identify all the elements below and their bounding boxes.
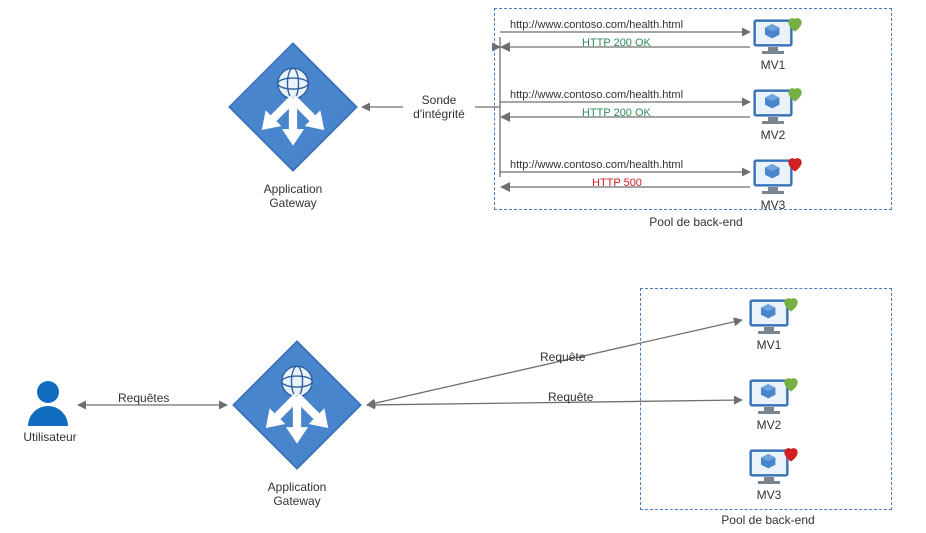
- user-icon: [26, 378, 70, 431]
- vm3-bottom-label: MV3: [749, 488, 789, 502]
- backend-pool-bottom-label: Pool de back-end: [708, 513, 828, 527]
- resp-ok-1: HTTP 200 OK: [582, 37, 651, 49]
- request-label-2: Requête: [548, 390, 593, 404]
- health-url-1: http://www.contoso.com/health.html: [510, 19, 683, 31]
- health-url-3: http://www.contoso.com/health.html: [510, 159, 683, 171]
- backend-pool-top: [494, 8, 892, 210]
- vm1-bottom-heart-icon: [781, 294, 801, 314]
- vm3-top-heart-icon: [785, 154, 805, 174]
- diagram-canvas: Application Gateway Sonde d'intégrité Po…: [0, 0, 926, 533]
- requests-label: Requêtes: [118, 391, 169, 405]
- vm2-bottom-label: MV2: [749, 418, 789, 432]
- app-gateway-bottom-label: Application Gateway: [259, 480, 335, 508]
- vm2-top-heart-icon: [785, 84, 805, 104]
- vm1-bottom-label: MV1: [749, 338, 789, 352]
- vm2-bottom-heart-icon: [781, 374, 801, 394]
- health-probe-label: Sonde d'intégrité: [400, 93, 478, 121]
- app-gateway-bottom-icon: [228, 336, 366, 479]
- vm3-bottom-heart-icon: [781, 444, 801, 464]
- backend-pool-top-label: Pool de back-end: [636, 215, 756, 229]
- app-gateway-top-icon: [224, 38, 362, 181]
- request-label-1: Requête: [540, 350, 585, 364]
- app-gateway-top-label: Application Gateway: [255, 182, 331, 210]
- user-label: Utilisateur: [15, 430, 85, 444]
- resp-err-3: HTTP 500: [592, 177, 642, 189]
- vm1-top-heart-icon: [785, 14, 805, 34]
- vm1-top-label: MV1: [753, 58, 793, 72]
- vm3-top-label: MV3: [753, 198, 793, 212]
- resp-ok-2: HTTP 200 OK: [582, 107, 651, 119]
- health-url-2: http://www.contoso.com/health.html: [510, 89, 683, 101]
- vm2-top-label: MV2: [753, 128, 793, 142]
